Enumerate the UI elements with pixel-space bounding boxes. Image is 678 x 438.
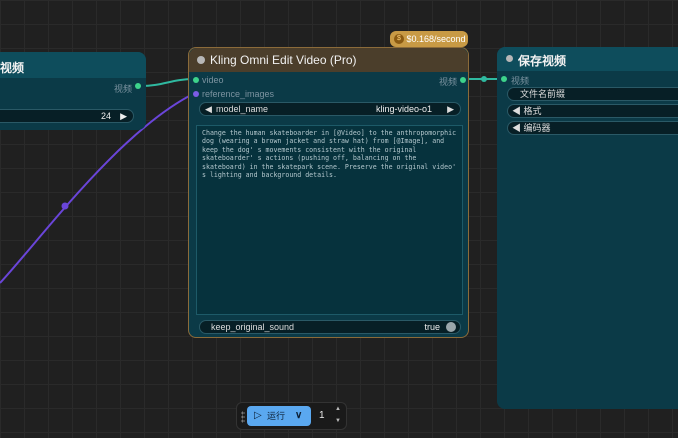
filename-prefix-label: 文件名前缀 xyxy=(520,89,566,99)
increment-up-icon[interactable]: ▲ xyxy=(335,406,341,412)
node-title: 视频 xyxy=(0,61,25,75)
wire-video-in xyxy=(139,78,196,87)
output-label: 视频 xyxy=(114,84,133,94)
output-label: 视频 xyxy=(439,77,458,87)
wire-midpoint-dot xyxy=(481,76,487,82)
next-arrow-icon[interactable]: ▶ xyxy=(447,103,454,115)
run-label: 运行 xyxy=(267,411,286,421)
output-slot[interactable] xyxy=(135,83,141,89)
run-button[interactable]: ▷ 运行 ∨ xyxy=(247,406,311,426)
model-name-label: model_name xyxy=(216,104,269,114)
format-select[interactable]: ◀ 格式 xyxy=(507,104,678,118)
run-count[interactable]: 1 xyxy=(319,410,325,421)
increment-arrow-icon[interactable]: ▶ xyxy=(120,110,127,122)
prompt-textarea[interactable]: Change the human skateboarder in [@Video… xyxy=(196,125,463,315)
collapse-dot[interactable] xyxy=(197,56,205,64)
play-icon: ▷ xyxy=(254,410,262,421)
increment-down-icon[interactable]: ▼ xyxy=(335,418,341,424)
value-widget[interactable]: 24 ▶ xyxy=(0,109,134,123)
cost-text: $0.168/second xyxy=(406,34,466,44)
node-title: Kling Omni Edit Video (Pro) xyxy=(210,53,357,67)
video-input-slot[interactable] xyxy=(193,77,199,83)
collapse-dot[interactable] xyxy=(506,55,513,62)
video-output-slot[interactable] xyxy=(460,77,466,83)
chevron-down-icon[interactable]: ∨ xyxy=(295,406,302,426)
video-input-label: video xyxy=(202,75,224,85)
keep-sound-label: keep_original_sound xyxy=(211,322,295,332)
coin-icon: $ xyxy=(394,33,404,44)
reference-images-input-slot[interactable] xyxy=(193,91,199,97)
load-video-node[interactable]: 视频 视频 24 ▶ xyxy=(0,52,146,130)
format-label: ◀ 格式 xyxy=(512,106,542,116)
run-toolbar: ▷ 运行 ∨ 1 ▲ ▼ xyxy=(236,402,347,430)
keep-original-sound-toggle[interactable]: keep_original_sound true xyxy=(199,320,461,334)
wire-reroute-dot xyxy=(61,202,69,210)
save-video-node[interactable]: 保存视频 视频 文件名前缀 ◀ 格式 ◀ 编码器 xyxy=(497,47,678,409)
codec-label: ◀ 编码器 xyxy=(512,123,551,133)
drag-handle-icon[interactable] xyxy=(241,411,245,423)
toggle-knob-icon xyxy=(446,322,456,332)
prev-arrow-icon[interactable]: ◀ xyxy=(205,103,212,115)
video-input-slot[interactable] xyxy=(501,76,507,82)
video-input-label: 视频 xyxy=(511,76,530,86)
model-name-select[interactable]: ◀ model_name kling-video-o1 ▶ xyxy=(199,102,461,116)
codec-select[interactable]: ◀ 编码器 xyxy=(507,121,678,135)
model-name-value: kling-video-o1 xyxy=(375,104,432,114)
reference-images-input-label: reference_images xyxy=(202,89,275,99)
node-title: 保存视频 xyxy=(518,54,567,68)
filename-prefix-field[interactable]: 文件名前缀 xyxy=(507,87,678,101)
cost-badge: $ $0.168/second xyxy=(390,31,468,47)
keep-sound-value: true xyxy=(424,322,440,332)
kling-omni-edit-video-node[interactable]: Kling Omni Edit Video (Pro) video refere… xyxy=(188,47,469,338)
widget-value: 24 xyxy=(100,111,111,121)
prompt-text: Change the human skateboarder in [@Video… xyxy=(202,129,457,180)
